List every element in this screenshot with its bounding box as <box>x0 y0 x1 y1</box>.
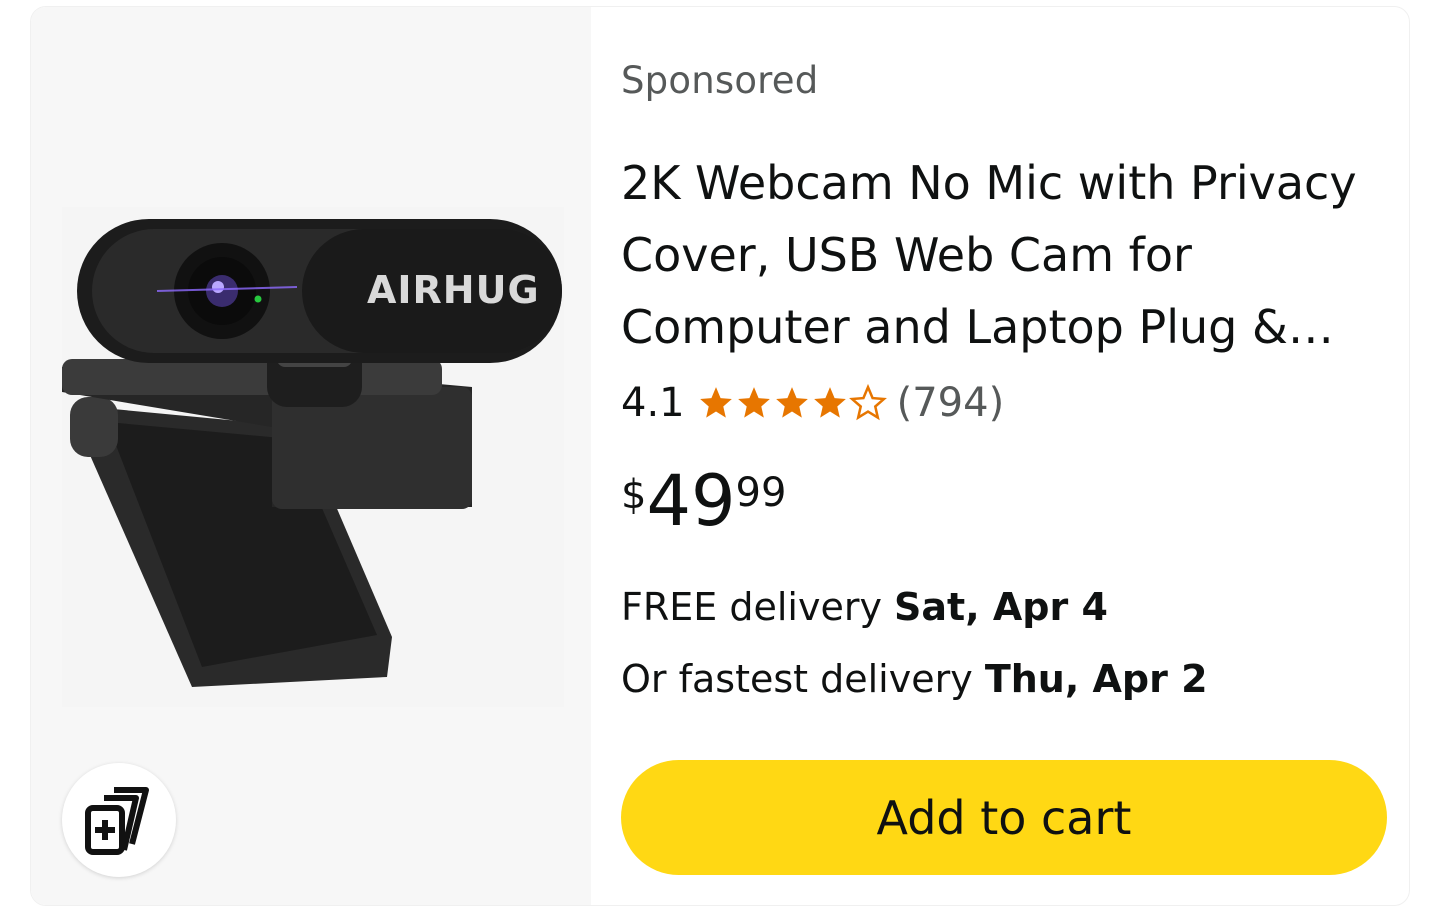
price-whole: 49 <box>646 460 736 542</box>
star-filled-icon <box>775 387 808 418</box>
brand-logo-text: AIRHUG <box>367 268 540 312</box>
rating-row[interactable]: 4.1 (794) <box>621 380 1004 426</box>
fastest-delivery: Or fastest delivery Thu, Apr 2 <box>621 657 1208 701</box>
star-filled-icon <box>737 387 770 418</box>
review-count[interactable]: (794) <box>897 380 1005 426</box>
product-image[interactable]: AIRHUG <box>62 207 564 707</box>
rating-value: 4.1 <box>621 380 685 426</box>
price-symbol: $ <box>621 472 647 518</box>
product-media: AIRHUG <box>31 7 591 905</box>
star-rating <box>697 384 887 422</box>
price: $ 49 99 <box>621 462 786 540</box>
add-to-cart-button[interactable]: Add to cart <box>621 760 1387 875</box>
free-delivery-prefix: FREE delivery <box>621 585 882 629</box>
compare-cards-icon <box>85 787 149 855</box>
star-empty-icon <box>848 384 887 421</box>
price-fraction: 99 <box>735 470 787 516</box>
product-info: Sponsored 2K Webcam No Mic with Privacy … <box>621 7 1387 905</box>
compare-button[interactable] <box>62 763 176 877</box>
star-filled-icon <box>813 387 846 418</box>
fastest-delivery-date: Thu, Apr 2 <box>984 657 1208 701</box>
product-title[interactable]: 2K Webcam No Mic with Privacy Cover, USB… <box>621 147 1381 363</box>
star-filled-icon <box>699 387 732 418</box>
fastest-delivery-prefix: Or fastest delivery <box>621 657 973 701</box>
sponsored-label: Sponsored <box>621 59 819 102</box>
product-card: AIRHUG Sponsored 2K Webcam No Mic with P… <box>30 6 1410 906</box>
free-delivery: FREE delivery Sat, Apr 4 <box>621 585 1108 629</box>
free-delivery-date: Sat, Apr 4 <box>894 585 1108 629</box>
